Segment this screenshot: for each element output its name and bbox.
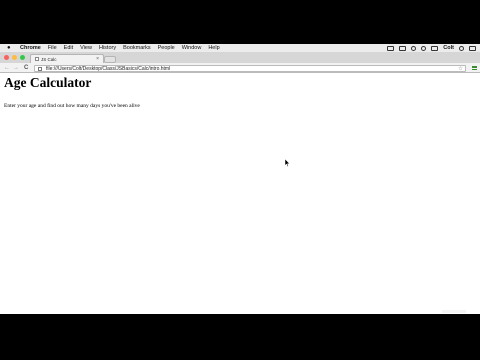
apple-icon[interactable]: ● (7, 44, 14, 52)
page-title: Age Calculator (4, 74, 92, 90)
menu-help[interactable]: Help (208, 44, 219, 52)
url-text[interactable]: file:///Users/Colt/Desktop/Class/JSBasic… (46, 66, 170, 72)
menu-edit[interactable]: Edit (64, 44, 73, 52)
user-name[interactable]: Colt (443, 45, 454, 51)
watermark (442, 310, 466, 313)
macos-menu-bar: ● Chrome File Edit View History Bookmark… (0, 44, 480, 52)
close-window-button[interactable] (4, 55, 9, 60)
menu-window[interactable]: Window (182, 44, 202, 52)
reload-icon[interactable]: C (24, 64, 28, 72)
tab-title: JS Calc (41, 56, 57, 62)
tab-strip: JS Calc × (0, 52, 480, 63)
menu-people[interactable]: People (158, 44, 175, 52)
camera-icon[interactable] (387, 45, 395, 51)
notification-center-icon[interactable] (469, 45, 476, 51)
close-tab-icon[interactable]: × (96, 56, 99, 62)
page-favicon-icon (35, 57, 39, 61)
battery-icon[interactable] (431, 45, 439, 51)
page-content: Age Calculator Enter your age and find o… (0, 73, 480, 314)
zoom-window-button[interactable] (20, 55, 25, 60)
bookmark-star-icon[interactable]: ☆ (458, 66, 463, 72)
display-icon[interactable] (399, 45, 407, 51)
menu-app-name[interactable]: Chrome (20, 44, 41, 52)
browser-toolbar: ← → C file:///Users/Colt/Desktop/Class/J… (0, 63, 480, 73)
minimize-window-button[interactable] (12, 55, 17, 60)
chrome-menu-icon[interactable] (472, 65, 477, 70)
menu-view[interactable]: View (80, 44, 92, 52)
back-icon[interactable]: ← (4, 64, 10, 72)
menu-bookmarks[interactable]: Bookmarks (123, 44, 151, 52)
forward-icon[interactable]: → (13, 64, 19, 72)
page-icon (38, 66, 42, 72)
menu-history[interactable]: History (99, 44, 116, 52)
instruction-text: Enter your age and find out how many day… (4, 103, 140, 109)
mouse-pointer-icon (285, 159, 290, 167)
wifi-icon[interactable] (421, 45, 427, 51)
new-tab-button[interactable] (104, 56, 116, 63)
spotlight-search-icon[interactable] (459, 45, 464, 51)
browser-tab[interactable]: JS Calc × (30, 54, 104, 63)
status-area: Colt (387, 44, 476, 52)
menu-file[interactable]: File (48, 44, 57, 52)
address-bar[interactable]: file:///Users/Colt/Desktop/Class/JSBasic… (34, 64, 466, 72)
time-machine-icon[interactable] (411, 45, 417, 51)
screen: ● Chrome File Edit View History Bookmark… (0, 44, 480, 314)
